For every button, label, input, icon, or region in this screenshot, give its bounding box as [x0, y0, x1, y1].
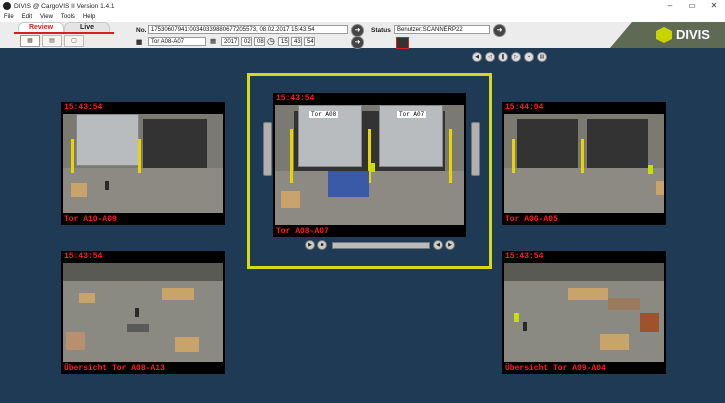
camera-timestamp: 15:43:54 [64, 103, 103, 112]
snapshot-icon[interactable]: ▪ [524, 52, 534, 62]
play-icon[interactable]: ▶ [305, 240, 315, 250]
second-field[interactable]: 54 [304, 37, 315, 46]
menu-bar: File Edit View Tools Help [0, 12, 725, 22]
left-scroll-handle[interactable] [263, 122, 272, 176]
logo-cube-icon [656, 27, 672, 43]
minimize-button[interactable]: – [659, 0, 681, 12]
camera-bottom-left[interactable]: 15:43:54 Übersicht Tor A08-A13 [61, 251, 225, 374]
status-select[interactable]: Benutzer:SCANNERP22 [394, 25, 490, 34]
playback-controls: ▶ ■ ◀ ▶ [305, 240, 457, 250]
day-field[interactable]: 08 [254, 37, 265, 46]
window-title: DIVIS @ CargoVIS II Version 1.4.1 [14, 2, 115, 10]
camera-top-right[interactable]: 15:44:04 Tor A06-A05 [502, 102, 666, 225]
timeline-slider[interactable] [332, 241, 430, 249]
sign-right: Tor A07 [397, 111, 427, 118]
gate-select[interactable]: Tor A08-A07 [148, 37, 206, 46]
pause-icon[interactable]: ❚ [498, 52, 508, 62]
list-view-tab[interactable]: ▤ [42, 35, 62, 47]
doc-view-tab[interactable]: ▢ [64, 35, 84, 47]
camera-label: Übersicht Tor A08-A13 [64, 364, 165, 373]
minute-field[interactable]: 43 [291, 37, 302, 46]
camera-label: Tor A08-A07 [276, 227, 329, 236]
status-go-arrow-icon[interactable]: ➜ [493, 24, 506, 37]
menu-tools[interactable]: Tools [61, 14, 75, 20]
camera-top-left[interactable]: 15:43:54 Tor A10-A09 [61, 102, 225, 225]
forward-icon[interactable]: ▷ [511, 52, 521, 62]
year-field[interactable]: 2017 [221, 37, 239, 46]
menu-file[interactable]: File [4, 14, 14, 20]
camera-timestamp: 15:43:54 [276, 94, 315, 103]
camera-bottom-right[interactable]: 15:43:54 Übersicht Tor A09-A04 [502, 251, 666, 374]
menu-view[interactable]: View [40, 14, 53, 20]
calendar-icon[interactable]: ▦ [210, 37, 216, 45]
menu-help[interactable]: Help [83, 14, 95, 20]
scanner-button[interactable] [396, 37, 409, 49]
fast-forward-icon[interactable]: ▶ [445, 240, 455, 250]
right-scroll-handle[interactable] [471, 122, 480, 176]
time-go-arrow-icon[interactable]: ➜ [351, 36, 364, 49]
camera-timestamp: 15:44:04 [505, 103, 544, 112]
hour-field[interactable]: 15 [278, 37, 289, 46]
back-icon[interactable]: ◁ [485, 52, 495, 62]
view-controls: ◀ ◁ ❚ ▷ ▪ ▤ [472, 52, 550, 62]
logo-text: DIVIS [676, 27, 710, 42]
menu-edit[interactable]: Edit [22, 14, 32, 20]
camera-image [275, 105, 464, 225]
stop-icon[interactable]: ■ [317, 240, 327, 250]
app-icon [3, 2, 11, 10]
camera-image [63, 263, 223, 362]
number-select[interactable]: 17530607941:00340339880677205573, 08.02.… [148, 25, 348, 34]
camera-timestamp: 15:43:54 [64, 252, 103, 261]
window-controls: – ▭ ✕ [659, 0, 725, 12]
sign-left: Tor A08 [309, 111, 339, 118]
print-icon[interactable]: ▤ [537, 52, 547, 62]
camera-image [504, 263, 664, 362]
close-button[interactable]: ✕ [703, 0, 725, 12]
rewind-icon[interactable]: ◀ [433, 240, 443, 250]
status-label: Status [371, 27, 391, 34]
camera-timestamp: 15:43:54 [505, 252, 544, 261]
maximize-button[interactable]: ▭ [681, 0, 703, 12]
gate-icon: ▦ [136, 39, 143, 46]
camera-label: Tor A10-A09 [64, 215, 117, 224]
title-bar: DIVIS @ CargoVIS II Version 1.4.1 – ▭ ✕ [0, 0, 725, 12]
camera-center[interactable]: 15:43:54 Tor A08 Tor A07 Tor A08-A07 [273, 93, 466, 237]
camera-image [504, 114, 664, 213]
camera-image [63, 114, 223, 213]
number-label: No. [136, 27, 147, 34]
active-tab-indicator [14, 32, 114, 34]
camera-label: Übersicht Tor A09-A04 [505, 364, 606, 373]
camera-label: Tor A06-A05 [505, 215, 558, 224]
view-subtabs: ▦ ▤ ▢ [20, 35, 86, 47]
month-field[interactable]: 02 [241, 37, 252, 46]
prev-icon[interactable]: ◀ [472, 52, 482, 62]
clock-icon[interactable]: ◷ [267, 36, 275, 47]
grid-view-tab[interactable]: ▦ [20, 35, 40, 47]
